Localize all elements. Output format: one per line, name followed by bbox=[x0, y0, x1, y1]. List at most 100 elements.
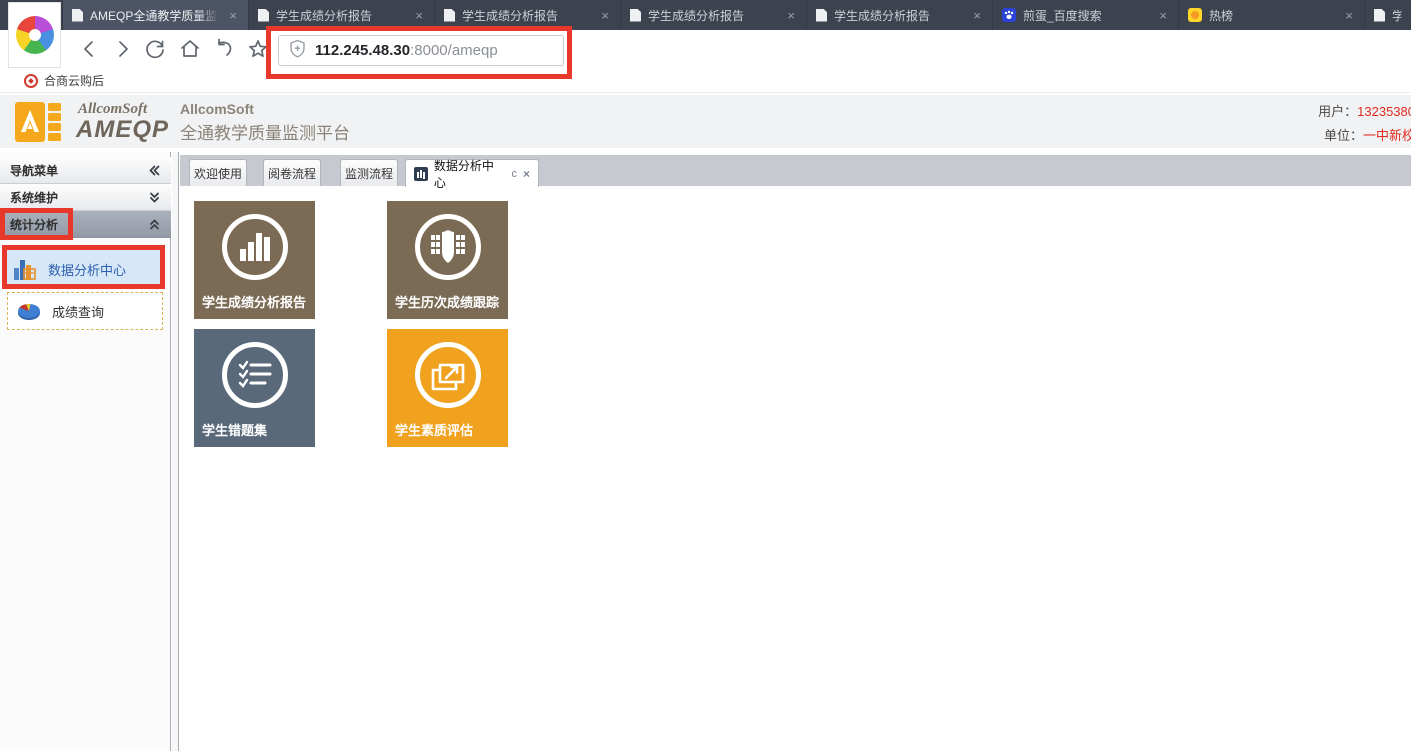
hot-list-favicon bbox=[1188, 8, 1202, 22]
collapse-left-icon[interactable] bbox=[148, 164, 161, 177]
ameqp-logo-icon bbox=[14, 99, 66, 150]
sidebar-item-label: 成绩查询 bbox=[52, 302, 104, 321]
tab-label: 阅卷流程 bbox=[268, 165, 316, 182]
app-header: AllcomSoft AMEQP AllcomSoft 全通教学质量监测平台 用… bbox=[0, 95, 1411, 148]
workspace-tab-strip: 欢迎使用 阅卷流程 监测流程 数据分析中心 c × bbox=[180, 155, 1411, 186]
bookmark-item[interactable]: 合商云购后 bbox=[24, 71, 104, 90]
tile-label: 学生素质评估 bbox=[395, 420, 473, 439]
browser-logo[interactable] bbox=[8, 2, 61, 68]
browser-tab-report-3[interactable]: 学生成绩分析报告 × bbox=[620, 0, 806, 30]
browser-tab-label: 学生成绩分析报告 bbox=[276, 7, 406, 24]
user-value: 13235380 bbox=[1357, 104, 1411, 119]
close-tab-icon[interactable]: × bbox=[523, 167, 530, 181]
brand-word-text: AMEQP bbox=[76, 116, 169, 144]
bar-chart-tile-icon bbox=[222, 214, 288, 280]
bookmarks-bar: 合商云购后 bbox=[0, 68, 1411, 93]
address-path[interactable]: :8000/ameqp bbox=[410, 42, 498, 59]
tab-label: 欢迎使用 bbox=[194, 165, 242, 182]
tab-monitoring-flow[interactable]: 监测流程 bbox=[340, 159, 398, 186]
sidebar-title-nav-menu[interactable]: 导航菜单 bbox=[0, 157, 171, 184]
browser-tab-label: 学校成 bbox=[1392, 7, 1402, 24]
refresh-tab-icon[interactable]: c bbox=[511, 168, 517, 180]
browser-tab-report-4[interactable]: 学生成绩分析报告 × bbox=[806, 0, 992, 30]
address-host[interactable]: 112.245.48.30 bbox=[315, 42, 410, 59]
browser-tab-label: 学生成绩分析报告 bbox=[834, 7, 964, 24]
sidebar-item-label: 数据分析中心 bbox=[48, 260, 126, 279]
baidu-paw-favicon bbox=[1002, 8, 1016, 22]
page-favicon bbox=[258, 9, 269, 22]
address-bar[interactable]: 112.245.48.30:8000/ameqp bbox=[278, 35, 564, 66]
history-tracking-tile-icon bbox=[415, 214, 481, 280]
sidebar-section-label: 系统维护 bbox=[10, 189, 58, 206]
reload-icon[interactable] bbox=[143, 37, 167, 61]
sidebar-splitter[interactable] bbox=[172, 152, 179, 751]
browser-tab-hot-list[interactable]: 热榜 × bbox=[1178, 0, 1364, 30]
tile-wrong-question-collection[interactable]: 学生错题集 bbox=[194, 329, 315, 447]
bar-chart-icon bbox=[12, 256, 38, 282]
browser-tab-strip: AMEQP全通教学质量监 × 学生成绩分析报告 × 学生成绩分析报告 × 学生成… bbox=[0, 0, 1411, 30]
user-label: 用户： bbox=[1318, 104, 1357, 119]
tile-history-score-tracking[interactable]: 学生历次成绩跟踪 bbox=[387, 201, 508, 319]
tile-label: 学生历次成绩跟踪 bbox=[395, 292, 499, 311]
unit-label: 单位： bbox=[1324, 128, 1363, 143]
bookmark-label: 合商云购后 bbox=[44, 72, 104, 89]
browser-tab-label: 学生成绩分析报告 bbox=[648, 7, 778, 24]
site-security-shield-icon[interactable] bbox=[289, 39, 306, 63]
tab-label: 数据分析中心 bbox=[434, 157, 506, 191]
browser-tab-report-1[interactable]: 学生成绩分析报告 × bbox=[248, 0, 434, 30]
close-tab-icon[interactable]: × bbox=[1343, 8, 1355, 23]
page-favicon bbox=[444, 9, 455, 22]
sidebar-section-statistics-analysis[interactable]: 统计分析 bbox=[0, 211, 171, 238]
browser-tab-label: 煎蛋_百度搜索 bbox=[1023, 7, 1150, 24]
browser-tab-ameqp[interactable]: AMEQP全通教学质量监 × bbox=[62, 0, 248, 30]
favorite-star-icon[interactable] bbox=[246, 37, 270, 61]
screen: AMEQP全通教学质量监 × 学生成绩分析报告 × 学生成绩分析报告 × 学生成… bbox=[0, 0, 1411, 751]
workspace: 欢迎使用 阅卷流程 监测流程 数据分析中心 c × bbox=[180, 152, 1411, 751]
close-tab-icon[interactable]: × bbox=[1157, 8, 1169, 23]
unit-line: 单位：一中新校 bbox=[1318, 124, 1411, 148]
export-tile-icon bbox=[415, 342, 481, 408]
session-info: 用户：13235380 单位：一中新校 bbox=[1318, 100, 1411, 148]
sidebar-title-label: 导航菜单 bbox=[10, 162, 58, 179]
back-icon[interactable] bbox=[78, 37, 102, 61]
close-tab-icon[interactable]: × bbox=[971, 8, 983, 23]
pie-chart-icon bbox=[16, 298, 42, 324]
browser-tab-baidu-search[interactable]: 煎蛋_百度搜索 × bbox=[992, 0, 1178, 30]
user-line: 用户：13235380 bbox=[1318, 100, 1411, 124]
address-url: 112.245.48.30:8000/ameqp bbox=[315, 42, 498, 60]
close-tab-icon[interactable]: × bbox=[227, 8, 239, 23]
browser-tab-label: 热榜 bbox=[1209, 7, 1336, 24]
page-favicon bbox=[816, 9, 827, 22]
chevron-double-down-icon[interactable] bbox=[148, 191, 161, 204]
close-tab-icon[interactable]: × bbox=[413, 8, 425, 23]
browser-tab-report-2[interactable]: 学生成绩分析报告 × bbox=[434, 0, 620, 30]
sidebar: 导航菜单 系统维护 统计分析 数据分析中心 bbox=[0, 152, 171, 751]
close-tab-icon[interactable]: × bbox=[785, 8, 797, 23]
page-favicon bbox=[630, 9, 641, 22]
bar-chart-tab-icon bbox=[414, 167, 428, 181]
undo-icon[interactable] bbox=[212, 37, 236, 61]
tile-label: 学生错题集 bbox=[202, 420, 267, 439]
sidebar-section-label: 统计分析 bbox=[10, 216, 58, 233]
tab-welcome[interactable]: 欢迎使用 bbox=[189, 159, 247, 186]
tab-data-analysis-center[interactable]: 数据分析中心 c × bbox=[405, 159, 539, 187]
tab-label: 监测流程 bbox=[345, 165, 393, 182]
sidebar-section-system-maintenance[interactable]: 系统维护 bbox=[0, 184, 171, 211]
checklist-tile-icon bbox=[222, 342, 288, 408]
pinwheel-logo-icon bbox=[16, 16, 54, 54]
browser-tab-label: AMEQP全通教学质量监 bbox=[90, 7, 220, 24]
forward-icon[interactable] bbox=[110, 37, 134, 61]
home-icon[interactable] bbox=[178, 37, 202, 61]
browser-tab-school[interactable]: 学校成 bbox=[1364, 0, 1411, 30]
close-tab-icon[interactable]: × bbox=[599, 8, 611, 23]
chevron-double-up-icon[interactable] bbox=[148, 218, 161, 231]
tab-marking-flow[interactable]: 阅卷流程 bbox=[263, 159, 321, 186]
browser-tab-label: 学生成绩分析报告 bbox=[462, 7, 592, 24]
unit-value: 一中新校 bbox=[1363, 128, 1411, 143]
bookmark-favicon bbox=[24, 74, 38, 88]
tile-score-analysis-report[interactable]: 学生成绩分析报告 bbox=[194, 201, 315, 319]
product-subtitle: 全通教学质量监测平台 bbox=[180, 119, 350, 144]
tile-quality-assessment[interactable]: 学生素质评估 bbox=[387, 329, 508, 447]
sidebar-item-score-query[interactable]: 成绩查询 bbox=[7, 292, 163, 330]
sidebar-item-data-analysis-center[interactable]: 数据分析中心 bbox=[4, 250, 165, 288]
